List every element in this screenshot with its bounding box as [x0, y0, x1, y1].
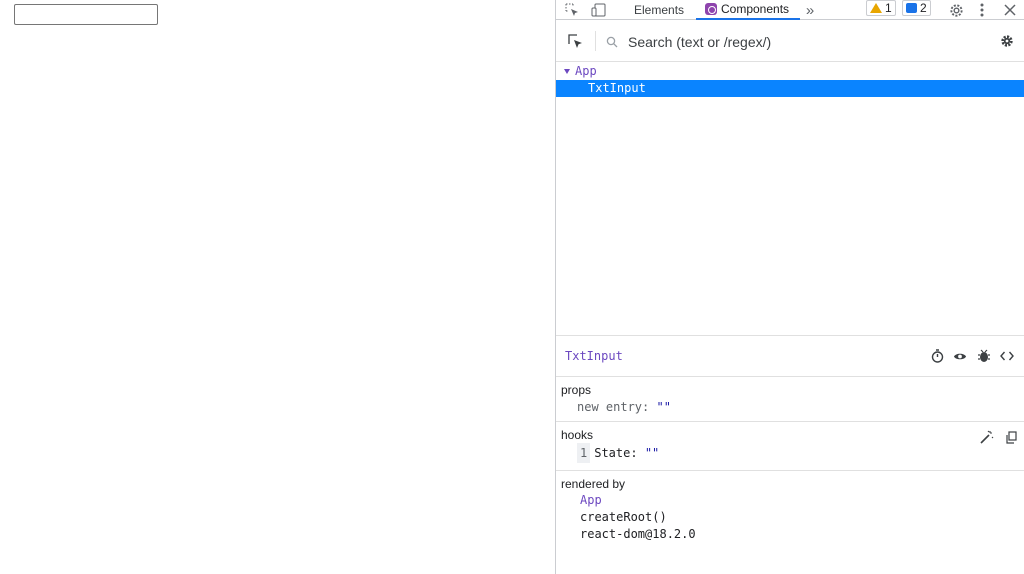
props-title: props — [561, 383, 592, 397]
select-component-icon[interactable] — [567, 33, 583, 49]
settings-gear-icon[interactable] — [946, 0, 966, 20]
rendered-by-section: rendered by App createRoot() react-dom@1… — [556, 471, 1024, 549]
magic-wand-icon[interactable] — [980, 430, 994, 444]
more-tabs-icon[interactable]: » — [801, 0, 819, 20]
hooks-title: hooks — [561, 428, 594, 442]
tree-item-app[interactable]: App — [556, 63, 1024, 80]
chevron-down-icon[interactable] — [564, 69, 570, 74]
stopwatch-icon[interactable] — [930, 349, 944, 363]
hook-value[interactable]: "" — [645, 446, 659, 460]
warnings-badge[interactable]: 1 — [866, 0, 896, 16]
eye-icon[interactable] — [953, 349, 967, 363]
components-settings-gear-icon[interactable] — [999, 33, 1015, 49]
more-options-icon[interactable] — [975, 0, 989, 20]
hook-key: State: — [594, 446, 638, 460]
rendered-by-title: rendered by — [561, 477, 626, 491]
props-section: props new entry: "" — [556, 377, 1024, 422]
component-search-bar: Search (text or /regex/) — [556, 21, 1024, 62]
inspector-header: TxtInput — [556, 336, 1024, 377]
tree-item-txtinput-label: TxtInput — [588, 81, 646, 95]
tab-components-label: Components — [721, 2, 790, 16]
devtools-panel: Elements Components » 1 2 Search (text o… — [555, 0, 1024, 574]
rendered-by-item: react-dom@18.2.0 — [580, 527, 696, 541]
component-inspector: TxtInput props new entry: "" hooks 1 Sta… — [556, 335, 1024, 574]
inspect-element-icon[interactable] — [563, 0, 581, 20]
prop-key: new entry: — [577, 400, 650, 414]
close-icon[interactable] — [1002, 0, 1018, 20]
view-source-icon[interactable] — [1000, 349, 1014, 363]
warnings-count: 1 — [885, 1, 892, 15]
search-input[interactable]: Search (text or /regex/) — [628, 34, 771, 50]
prop-row[interactable]: new entry: "" — [561, 398, 1024, 416]
rendered-by-app-link[interactable]: App — [561, 492, 1024, 509]
devtools-tabbar: Elements Components » 1 2 — [556, 0, 1024, 20]
hook-index: 1 — [577, 443, 591, 463]
messages-count: 2 — [920, 1, 927, 15]
inspected-component-name: TxtInput — [565, 349, 623, 363]
bug-icon[interactable] — [977, 349, 991, 363]
component-tree: App TxtInput — [556, 62, 1024, 97]
rendered-by-item: createRoot() — [580, 510, 667, 524]
message-icon — [906, 3, 917, 13]
tab-elements[interactable]: Elements — [634, 0, 684, 20]
warning-icon — [870, 3, 882, 13]
prop-value[interactable]: "" — [656, 400, 670, 414]
hooks-section: hooks 1 State: "" — [556, 422, 1024, 471]
page-content — [0, 0, 555, 574]
messages-badge[interactable]: 2 — [902, 0, 931, 16]
device-toolbar-icon[interactable] — [589, 0, 609, 20]
tree-item-txtinput[interactable]: TxtInput — [556, 80, 1024, 97]
divider — [595, 31, 596, 51]
text-input[interactable] — [14, 4, 158, 25]
tab-components[interactable]: Components — [696, 0, 800, 20]
hook-row[interactable]: 1 State: "" — [561, 443, 1024, 463]
react-components-icon — [705, 3, 717, 15]
search-icon — [605, 35, 618, 48]
copy-icon[interactable] — [1004, 430, 1018, 444]
tree-item-app-label: App — [575, 64, 597, 78]
